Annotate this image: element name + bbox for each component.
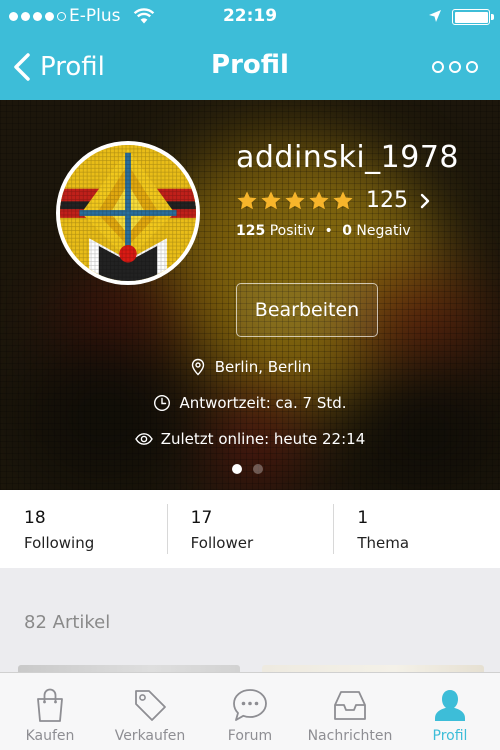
- last-online-row: Zuletzt online: heute 22:14: [0, 430, 500, 448]
- page-dot[interactable]: [253, 464, 263, 474]
- rating-link[interactable]: 125: [236, 188, 430, 213]
- tab-label: Profil: [432, 728, 468, 744]
- price-tag-icon: [135, 690, 166, 721]
- stat-label: Thema: [357, 534, 410, 552]
- status-bar: E-Plus 22:19: [0, 0, 500, 33]
- more-dots-icon[interactable]: [432, 61, 478, 73]
- tab-label: Verkaufen: [114, 728, 186, 744]
- tab-forum[interactable]: Forum: [200, 673, 300, 750]
- stats-bar: 18 Following 17 Follower 1 Thema: [0, 490, 500, 568]
- tab-label: Nachrichten: [307, 728, 393, 744]
- map-pin-icon: [191, 358, 204, 376]
- username: addinski_1978: [236, 140, 460, 175]
- stat-following[interactable]: 18 Following: [0, 490, 167, 568]
- battery-icon: [452, 9, 494, 25]
- stat-label: Follower: [190, 534, 254, 552]
- shopping-bag-icon: [37, 688, 63, 722]
- avatar-image: [60, 145, 196, 281]
- negative-label: Negativ: [356, 223, 411, 239]
- chevron-right-icon: [420, 193, 430, 208]
- location-text: Berlin, Berlin: [214, 358, 312, 376]
- star-icon: [237, 190, 257, 209]
- last-online-text: Zuletzt online: heute 22:14: [160, 430, 366, 448]
- location-arrow-icon: [429, 10, 441, 22]
- response-time-row: Antwortzeit: ca. 7 Std.: [0, 394, 500, 412]
- stat-value: 1: [357, 508, 369, 528]
- tab-verkaufen[interactable]: Verkaufen: [100, 673, 200, 750]
- star-rating: [236, 190, 354, 212]
- positive-count: 125: [236, 223, 266, 239]
- eye-icon: [134, 433, 153, 445]
- stat-follower[interactable]: 17 Follower: [166, 490, 334, 568]
- avatar[interactable]: [56, 141, 200, 285]
- star-icon: [333, 190, 353, 209]
- response-time-text: Antwortzeit: ca. 7 Std.: [179, 394, 347, 412]
- tab-label: Kaufen: [25, 728, 75, 744]
- page-dot[interactable]: [232, 464, 242, 474]
- tab-profil[interactable]: Profil: [400, 673, 500, 750]
- articles-heading: 82 Artikel: [24, 612, 111, 633]
- chat-bubble-icon: [233, 689, 267, 721]
- clock-icon: [154, 394, 171, 412]
- status-time: 22:19: [222, 6, 278, 26]
- inbox-tray-icon: [334, 691, 366, 720]
- positive-label: Positiv: [269, 223, 316, 239]
- profile-header: addinski_1978 125 125 Positiv • 0 Negati…: [0, 100, 500, 490]
- stat-value: 18: [24, 508, 46, 528]
- page-title: Profil: [211, 50, 289, 80]
- feedback-separator: •: [324, 223, 333, 239]
- stat-thema[interactable]: 1 Thema: [333, 490, 500, 568]
- top-bar: E-Plus 22:19 Profil Profil: [0, 0, 500, 100]
- feedback-summary: 125 Positiv • 0 Negativ: [236, 223, 411, 239]
- stat-label: Following: [24, 534, 95, 552]
- stat-value: 17: [190, 508, 213, 528]
- tab-kaufen[interactable]: Kaufen: [0, 673, 100, 750]
- tab-bar: Kaufen Verkaufen Forum Nachrichten Profi…: [0, 672, 500, 750]
- tab-label: Forum: [227, 728, 273, 744]
- tab-nachrichten[interactable]: Nachrichten: [300, 673, 400, 750]
- star-icon: [285, 190, 305, 209]
- page-indicator[interactable]: [232, 464, 263, 474]
- star-icon: [261, 190, 281, 209]
- location-row: Berlin, Berlin: [0, 358, 500, 376]
- negative-count: 0: [342, 223, 352, 239]
- edit-profile-button[interactable]: Bearbeiten: [236, 283, 378, 337]
- rating-count: 125: [366, 188, 408, 213]
- person-icon: [435, 690, 465, 721]
- star-icon: [309, 190, 329, 209]
